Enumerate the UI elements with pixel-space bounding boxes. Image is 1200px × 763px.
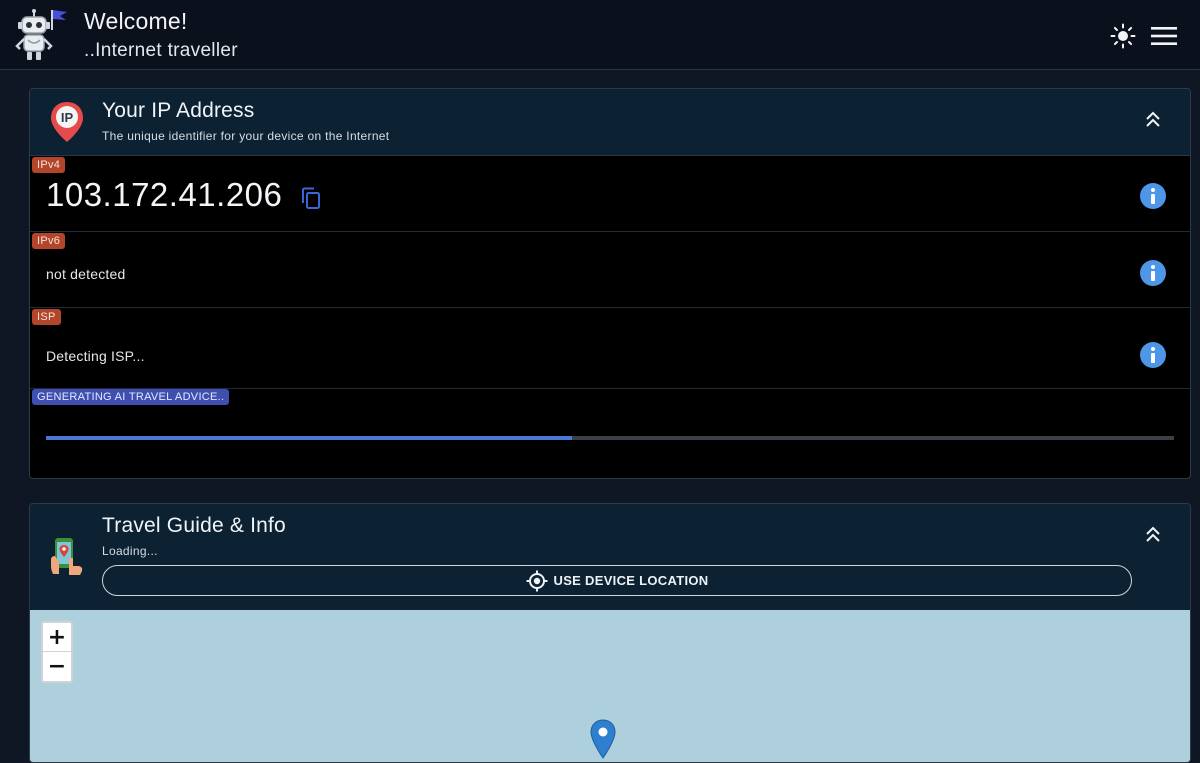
copy-icon[interactable] (300, 186, 322, 210)
ip-card-title: Your IP Address (102, 99, 255, 122)
sun-icon[interactable] (1110, 23, 1136, 49)
ip-card-subtitle: The unique identifier for your device on… (102, 129, 390, 143)
ai-advice-progress-fill (46, 436, 572, 440)
ipv4-row: IPv4 103.172.41.206 (30, 156, 1190, 232)
ip-address-card: IP Your IP Address The unique identifier… (29, 88, 1191, 479)
welcome-subtitle: ..Internet traveller (84, 40, 238, 61)
crosshair-location-icon (526, 570, 547, 591)
isp-info-icon[interactable] (1140, 342, 1166, 368)
top-bar: Welcome! ..Internet traveller (0, 0, 1200, 70)
isp-row: ISP Detecting ISP... (30, 308, 1190, 389)
travel-guide-card: Travel Guide & Info Loading... USE DEVIC… (29, 503, 1191, 763)
hamburger-menu-icon[interactable] (1149, 23, 1179, 49)
ipv4-tag: IPv4 (32, 157, 66, 173)
isp-tag: ISP (32, 309, 61, 325)
travel-card-header: Travel Guide & Info Loading... USE DEVIC… (30, 504, 1190, 610)
ipv6-info-icon[interactable] (1140, 260, 1166, 286)
ipv6-tag: IPv6 (32, 233, 66, 249)
svg-text:IP: IP (61, 110, 74, 125)
map-phone-hand-icon (51, 538, 83, 575)
travel-card-title: Travel Guide & Info (102, 514, 286, 537)
use-device-location-label: USE DEVICE LOCATION (553, 573, 709, 588)
map-marker-icon[interactable] (590, 719, 616, 759)
travel-loading-status: Loading... (102, 544, 158, 558)
collapse-chevrons-icon[interactable] (1144, 524, 1162, 546)
use-device-location-button[interactable]: USE DEVICE LOCATION (102, 565, 1132, 596)
ipv4-address: 103.172.41.206 (46, 176, 283, 213)
ip-location-pin-icon: IP (51, 102, 83, 142)
ai-advice-tag: GENERATING AI TRAVEL ADVICE.. (32, 389, 230, 405)
zoom-out-button[interactable]: − (43, 652, 71, 681)
ipv6-value: not detected (46, 266, 126, 282)
zoom-in-button[interactable]: + (43, 623, 71, 652)
isp-value: Detecting ISP... (46, 348, 145, 364)
ipv4-info-icon[interactable] (1140, 183, 1166, 209)
ip-card-header[interactable]: IP Your IP Address The unique identifier… (30, 89, 1190, 156)
ai-advice-progress-bar (46, 436, 1174, 440)
collapse-chevrons-icon[interactable] (1144, 109, 1162, 131)
map-zoom-control: + − (41, 621, 73, 683)
welcome-title: Welcome! (84, 8, 188, 34)
ipv6-row: IPv6 not detected (30, 232, 1190, 308)
map-view[interactable]: + − (30, 610, 1190, 762)
robot-logo-icon[interactable] (12, 6, 70, 64)
